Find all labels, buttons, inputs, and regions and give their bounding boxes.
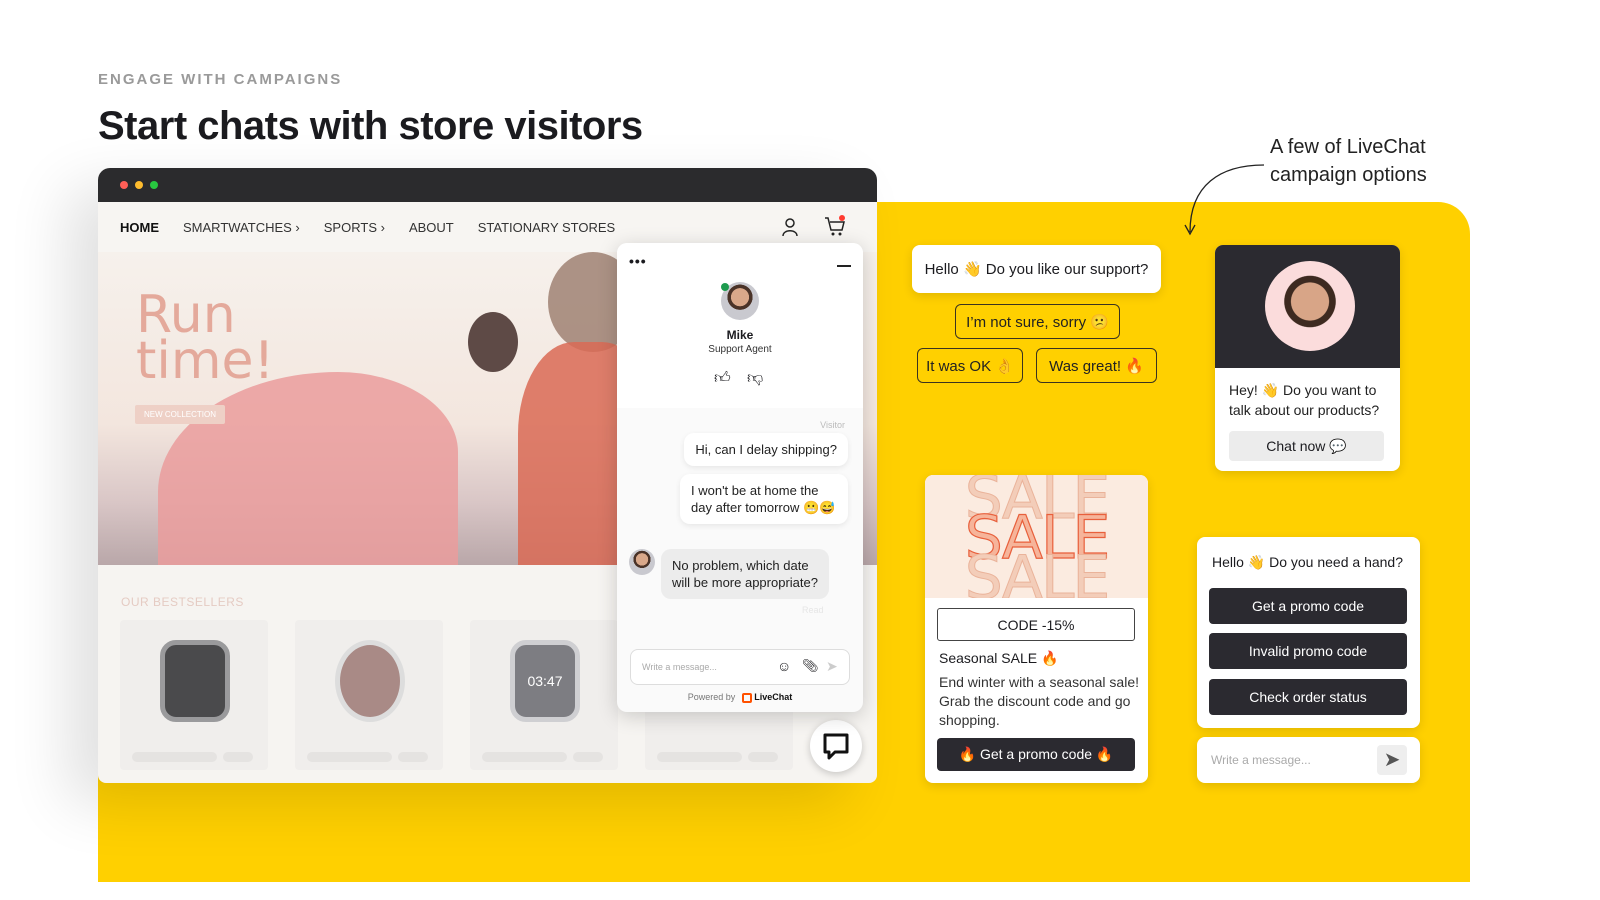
promo-code-option-button[interactable]: Get a promo code — [1209, 588, 1407, 624]
nav-sports[interactable]: SPORTS › — [324, 220, 385, 235]
sale-title: Seasonal SALE 🔥 — [939, 650, 1059, 666]
minimize-dot[interactable] — [135, 181, 143, 189]
read-receipt: Read — [802, 605, 824, 615]
livechat-brand[interactable]: LiveChat — [754, 692, 792, 702]
product-card[interactable] — [295, 620, 443, 770]
chat-launcher-button[interactable] — [810, 720, 862, 772]
agent-name: Mike — [726, 328, 754, 342]
nav-home[interactable]: HOME — [120, 220, 159, 235]
minimize-icon[interactable] — [837, 265, 851, 267]
hero-line-2: time! — [136, 331, 275, 391]
cart-icon[interactable] — [824, 215, 846, 237]
agent-role: Support Agent — [708, 344, 772, 355]
browser-titlebar — [98, 168, 877, 202]
help-input-placeholder: Write a message... — [1211, 753, 1311, 767]
survey-option-not-sure[interactable]: I’m not sure, sorry 😕 — [955, 304, 1120, 339]
get-promo-code-button[interactable]: 🔥 Get a promo code 🔥 — [937, 738, 1135, 771]
placeholder-bar — [748, 752, 778, 762]
chat-header: ••• Mike Support Agent 👍︎ 👎︎ — [617, 243, 863, 408]
visitor-message: I won't be at home the day after tomorro… — [680, 474, 848, 524]
powered-by: Powered by LiveChat — [617, 692, 863, 703]
agent-message: No problem, which date will be more appr… — [661, 549, 829, 599]
emoji-icon[interactable]: ☺ — [777, 658, 791, 674]
placeholder-bar — [223, 752, 253, 762]
message-input-placeholder: Write a message... — [642, 662, 717, 672]
send-icon[interactable]: ➤ — [1377, 745, 1407, 775]
new-collection-button[interactable]: NEW COLLECTION — [135, 405, 226, 424]
chat-widget: ••• Mike Support Agent 👍︎ 👎︎ Visitor Hi,… — [617, 243, 863, 712]
promo-code-box[interactable]: CODE -15% — [937, 608, 1135, 641]
maximize-dot[interactable] — [150, 181, 158, 189]
woman-head — [468, 312, 518, 372]
agent-photo-area — [1215, 245, 1400, 368]
watch-image: 03:47 — [510, 640, 580, 722]
sale-card: SALE SALE SALE CODE -15% Seasonal SALE 🔥… — [925, 475, 1148, 783]
livechat-logo-icon — [741, 692, 752, 703]
sale-body: End winter with a seasonal sale! Grab th… — [939, 674, 1139, 728]
help-question: Hello 👋 Do you need a hand? — [1212, 554, 1404, 570]
message-input[interactable]: Write a message... ☺ 📎︎ ➤ — [630, 649, 850, 685]
chat-now-button[interactable]: Chat now 💬 — [1229, 431, 1384, 461]
visitor-label: Visitor — [820, 420, 845, 430]
curved-arrow-icon — [1184, 164, 1265, 236]
sale-banner: SALE SALE SALE — [925, 475, 1148, 598]
powered-by-text: Powered by — [687, 692, 736, 702]
page-title: Start chats with store visitors — [98, 104, 643, 148]
user-icon[interactable] — [781, 217, 799, 237]
thumbs-up-icon[interactable]: 👍︎ — [714, 369, 731, 388]
annotation: A few of LiveChat campaign options — [1270, 133, 1427, 189]
product-card[interactable]: 03:47 — [470, 620, 618, 770]
thumbs-down-icon[interactable]: 👎︎ — [747, 369, 763, 388]
nav-smartwatches[interactable]: SMARTWATCHES › — [183, 220, 300, 235]
attachment-icon[interactable]: 📎︎ — [802, 658, 819, 674]
agent-greeting-card: Hey! 👋 Do you want to talk about our pro… — [1215, 245, 1400, 471]
placeholder-bar — [573, 752, 603, 762]
online-status-dot — [721, 283, 729, 291]
hero-heading: Run time! — [136, 289, 275, 391]
annotation-line-2: campaign options — [1270, 164, 1427, 186]
placeholder-bar — [482, 752, 567, 762]
annotation-line-1: A few of LiveChat — [1270, 136, 1426, 158]
survey-question: Hello 👋 Do you like our support? — [912, 245, 1161, 293]
chat-bubble-icon — [823, 733, 849, 760]
watch-image — [160, 640, 230, 722]
sale-word: SALE — [964, 543, 1111, 599]
survey-option-great[interactable]: Was great! 🔥 — [1036, 348, 1157, 383]
more-options-icon[interactable]: ••• — [629, 253, 647, 269]
nav-stationary-stores[interactable]: STATIONARY STORES — [478, 220, 616, 235]
placeholder-bar — [398, 752, 428, 762]
send-icon[interactable]: ➤ — [826, 658, 838, 675]
runner-woman-image — [158, 372, 458, 565]
close-dot[interactable] — [120, 181, 128, 189]
survey-option-ok[interactable]: It was OK 👌 — [917, 348, 1023, 383]
placeholder-bar — [307, 752, 392, 762]
agent-photo — [1265, 261, 1355, 351]
placeholder-bar — [132, 752, 217, 762]
help-message-input[interactable]: Write a message... ➤ — [1197, 737, 1420, 783]
watch-image — [335, 640, 405, 722]
help-card: Hello 👋 Do you need a hand? Get a promo … — [1197, 537, 1420, 728]
placeholder-bar — [657, 752, 742, 762]
invalid-promo-code-button[interactable]: Invalid promo code — [1209, 633, 1407, 669]
bestsellers-heading: OUR BESTSELLERS — [121, 595, 244, 609]
nav-about[interactable]: ABOUT — [409, 220, 454, 235]
agent-card-text: Hey! 👋 Do you want to talk about our pro… — [1229, 382, 1380, 418]
product-card[interactable] — [120, 620, 268, 770]
agent-avatar-small — [629, 549, 655, 575]
visitor-message: Hi, can I delay shipping? — [684, 433, 848, 466]
eyebrow: ENGAGE WITH CAMPAIGNS — [98, 71, 343, 88]
check-order-status-button[interactable]: Check order status — [1209, 679, 1407, 715]
